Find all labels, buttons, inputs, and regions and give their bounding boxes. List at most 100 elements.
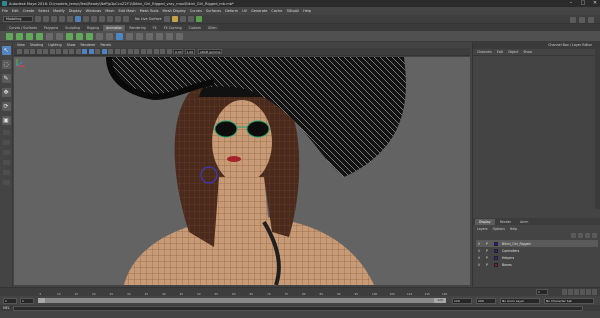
menu-set-dropdown[interactable]: Modeling [3, 16, 33, 22]
select-tool-icon[interactable]: ↖ [1, 46, 11, 55]
menu-cache[interactable]: Cache [271, 9, 282, 13]
menu-edit-mesh[interactable]: Edit Mesh [118, 9, 135, 13]
unghost-icon[interactable] [86, 32, 93, 40]
gate-mask-icon[interactable] [62, 49, 68, 54]
backface-culling-icon[interactable] [166, 49, 172, 54]
dope-sheet-icon[interactable] [56, 32, 63, 40]
shadows-icon[interactable] [114, 49, 120, 54]
cb-tab-object[interactable]: Object [508, 50, 518, 54]
layout-side-icon[interactable] [2, 160, 10, 165]
layer-color-swatch[interactable] [494, 262, 498, 267]
use-all-lights-icon[interactable] [108, 49, 113, 54]
menu-generate[interactable]: Generate [251, 9, 267, 13]
image-plane-icon[interactable] [36, 49, 42, 54]
set-key-icon[interactable] [6, 32, 13, 40]
menu-3dtoall[interactable]: 3DtoAll [286, 9, 299, 13]
play-forward-icon[interactable] [580, 289, 585, 295]
open-scene-icon[interactable] [43, 16, 49, 22]
blend-shape-icon[interactable] [156, 32, 163, 40]
graph-editor-icon[interactable] [46, 32, 53, 40]
workspace-icon[interactable] [579, 16, 585, 23]
layer-name[interactable]: Bones [502, 263, 512, 267]
ipr-render-icon[interactable] [179, 16, 186, 22]
go-to-end-icon[interactable] [592, 289, 597, 295]
layer-row[interactable]: V P Helpers [476, 254, 598, 261]
last-tool-icon[interactable] [2, 130, 10, 135]
move-layer-down-icon[interactable] [578, 233, 583, 238]
menu-modify[interactable]: Modify [53, 9, 65, 13]
layer-row[interactable]: V P Bones [476, 261, 598, 268]
menu-uv[interactable]: UV [242, 9, 247, 13]
layer-tab-display[interactable]: Display [475, 218, 495, 225]
layer-playback-toggle[interactable]: P [486, 263, 490, 267]
gamma-field[interactable]: 1.00 [184, 49, 195, 54]
hypershade-icon[interactable] [195, 16, 202, 22]
close-button[interactable]: ✕ [592, 1, 598, 6]
menu-mesh-display[interactable]: Mesh Display [163, 9, 186, 13]
vp-menu-shading[interactable]: Shading [30, 43, 43, 47]
rotate-tool-icon[interactable]: ⟳ [1, 102, 11, 111]
range-bar[interactable]: 120 [38, 298, 446, 303]
scale-tool-icon[interactable]: ▣ [1, 116, 11, 125]
layer-visibility-toggle[interactable]: V [478, 242, 482, 246]
undo-icon[interactable] [59, 16, 65, 22]
render-frame-icon[interactable] [171, 16, 178, 22]
wireframe-on-shaded-icon[interactable] [95, 49, 100, 54]
menu-select[interactable]: Select [38, 9, 49, 13]
smooth-shade-icon[interactable] [88, 49, 94, 54]
layer-visibility-toggle[interactable]: V [478, 263, 482, 267]
cb-tab-channels[interactable]: Channels [477, 50, 492, 54]
layout-single-icon[interactable] [2, 140, 10, 145]
snap-grid-icon[interactable] [99, 16, 105, 22]
set-key-rotate-icon[interactable] [26, 32, 33, 40]
ghost-icon[interactable] [76, 32, 83, 40]
side-tab-strip[interactable] [595, 49, 600, 209]
character-set-dropdown[interactable]: No Character Set [544, 297, 594, 304]
perspective-viewport[interactable] [14, 57, 470, 285]
snap-point-icon[interactable] [115, 16, 121, 22]
screen-space-ao-icon[interactable] [121, 49, 126, 54]
current-frame-field[interactable]: 1 [536, 289, 548, 295]
new-scene-icon[interactable] [35, 16, 41, 22]
layer-menu-options[interactable]: Options [493, 227, 505, 231]
layout-outliner-icon[interactable] [2, 170, 10, 175]
xray-icon[interactable] [153, 49, 159, 54]
go-to-start-icon[interactable] [562, 289, 567, 295]
menu-mesh-tools[interactable]: Mesh Tools [140, 9, 159, 13]
paint-select-tool-icon[interactable]: ✎ [1, 74, 11, 83]
layer-tab-render[interactable]: Render [496, 219, 515, 225]
anim-layer-dropdown[interactable]: No Anim Layer [500, 297, 540, 304]
trax-editor-icon[interactable] [96, 32, 103, 40]
select-camera-icon[interactable] [17, 49, 22, 54]
mel-label[interactable]: MEL [3, 306, 10, 310]
film-gate-icon[interactable] [49, 49, 55, 54]
animation-start-field[interactable]: 1 [3, 297, 17, 304]
camera-attributes-icon[interactable] [23, 49, 29, 54]
lattice-icon[interactable] [166, 32, 173, 40]
bookmark-icon[interactable] [30, 49, 35, 54]
bake-simulation-icon[interactable] [136, 32, 143, 40]
layer-row[interactable]: V P Controllers [476, 247, 598, 254]
snap-surface-icon[interactable] [123, 16, 129, 22]
textured-icon[interactable] [101, 49, 107, 54]
minimize-button[interactable]: – [568, 1, 574, 6]
cluster-icon[interactable] [176, 32, 183, 40]
motion-blur-icon[interactable] [127, 49, 133, 54]
playback-end-field[interactable]: 120 [452, 297, 472, 304]
layer-row[interactable]: V P Bikini_Girl_Rigged [476, 240, 598, 247]
layout-graph-icon[interactable] [2, 180, 10, 185]
maximize-button[interactable]: □ [580, 1, 586, 6]
vp-menu-renderer[interactable]: Renderer [80, 43, 95, 47]
menu-edit[interactable]: Edit [12, 9, 19, 13]
menu-mesh[interactable]: Mesh [105, 9, 114, 13]
layer-color-swatch[interactable] [494, 241, 498, 246]
color-space-dropdown[interactable]: sRGB gamma [198, 49, 222, 54]
layer-color-swatch[interactable] [494, 255, 498, 260]
vp-menu-view[interactable]: View [17, 43, 25, 47]
vp-menu-panels[interactable]: Panels [101, 43, 112, 47]
multisample-aa-icon[interactable] [134, 49, 139, 54]
menu-deform[interactable]: Deform [225, 9, 238, 13]
layer-color-swatch[interactable] [494, 248, 498, 253]
cb-tab-show[interactable]: Show [523, 50, 532, 54]
menu-display[interactable]: Display [69, 9, 82, 13]
